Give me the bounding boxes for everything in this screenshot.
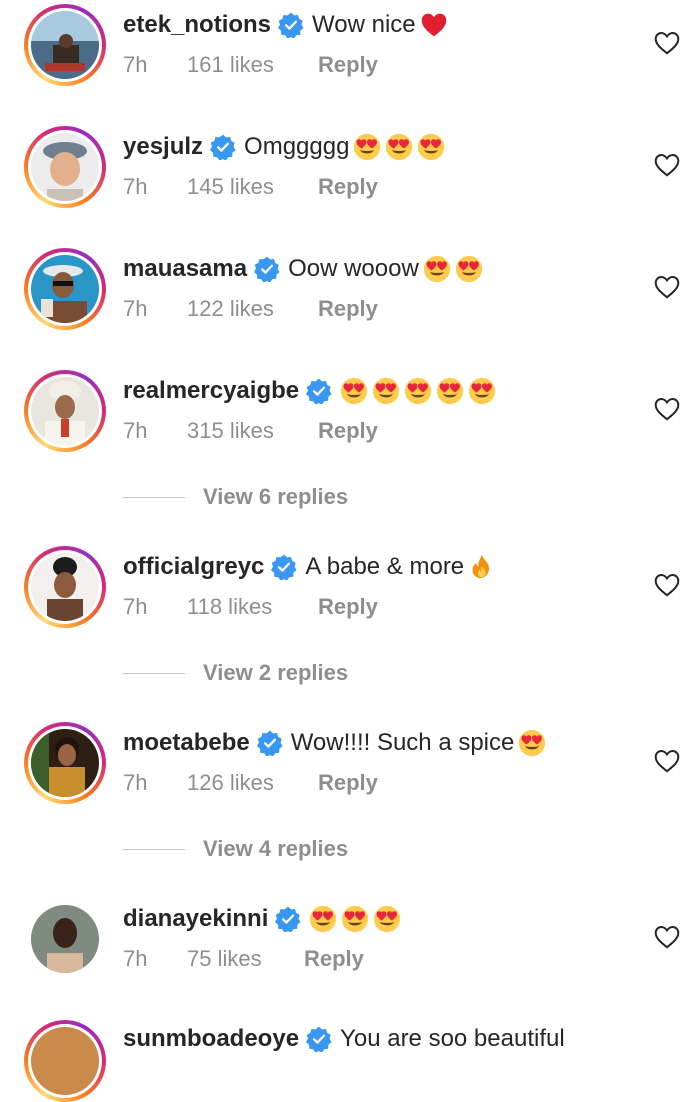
verified-badge-icon xyxy=(257,730,283,756)
comment-time: 7h xyxy=(123,770,148,795)
reply-button[interactable]: Reply xyxy=(318,52,378,78)
comment-time: 7h xyxy=(123,296,148,321)
heart-eyes-emoji xyxy=(309,905,337,933)
heart-eyes-emoji xyxy=(385,133,413,161)
reply-divider xyxy=(123,848,185,850)
username[interactable]: dianayekinni xyxy=(123,905,268,933)
username[interactable]: moetabebe xyxy=(123,729,250,757)
heart-eyes-emoji xyxy=(373,905,401,933)
view-replies-button[interactable]: View 2 replies xyxy=(123,658,348,688)
view-replies-button[interactable]: View 4 replies xyxy=(123,834,348,864)
comment-text: Wow!!!! Such a spice xyxy=(290,729,515,756)
heart-eyes-emoji xyxy=(423,255,451,283)
reply-divider xyxy=(123,672,185,674)
heart-eyes-emoji xyxy=(340,377,368,405)
heart-outline-icon[interactable] xyxy=(654,925,680,949)
avatar[interactable] xyxy=(24,898,106,980)
fire-emoji xyxy=(468,553,496,581)
comment-time: 7h xyxy=(123,594,148,619)
comment-text: Wow nice xyxy=(312,11,416,38)
verified-badge-icon xyxy=(210,134,236,160)
reply-divider xyxy=(123,496,185,498)
comment-text: You are soo beautiful xyxy=(340,1025,565,1052)
comment-time: 7h xyxy=(123,418,148,443)
like-count[interactable]: 161 likes xyxy=(187,52,318,78)
comment-text: Oow wooow xyxy=(288,255,419,282)
view-replies-label: View 6 replies xyxy=(203,484,349,509)
comment-text: Omggggg xyxy=(244,133,350,160)
view-replies-label: View 4 replies xyxy=(203,836,349,861)
username[interactable]: yesjulz xyxy=(123,133,203,161)
like-count[interactable]: 145 likes xyxy=(187,174,318,200)
username[interactable]: officialgreyc xyxy=(123,553,264,581)
heart-eyes-emoji xyxy=(341,905,369,933)
heart-outline-icon[interactable] xyxy=(654,31,680,55)
view-replies-label: View 2 replies xyxy=(203,660,349,685)
heart-outline-icon[interactable] xyxy=(654,573,680,597)
heart-outline-icon[interactable] xyxy=(654,749,680,773)
avatar[interactable] xyxy=(24,722,106,804)
like-count[interactable]: 118 likes xyxy=(187,594,318,620)
avatar[interactable] xyxy=(24,248,106,330)
verified-badge-icon xyxy=(306,1026,332,1052)
reply-button[interactable]: Reply xyxy=(318,594,378,620)
verified-badge-icon xyxy=(278,12,304,38)
username[interactable]: realmercyaigbe xyxy=(123,377,299,405)
heart-eyes-emoji xyxy=(404,377,432,405)
like-count[interactable]: 126 likes xyxy=(187,770,318,796)
username[interactable]: sunmboadeoye xyxy=(123,1025,299,1053)
heart-eyes-emoji xyxy=(518,729,546,757)
like-count[interactable]: 75 likes xyxy=(187,946,304,972)
verified-badge-icon xyxy=(306,378,332,404)
reply-button[interactable]: Reply xyxy=(304,946,364,972)
reply-button[interactable]: Reply xyxy=(318,418,378,444)
heart-outline-icon[interactable] xyxy=(654,275,680,299)
reply-button[interactable]: Reply xyxy=(318,296,378,322)
view-replies-button[interactable]: View 6 replies xyxy=(123,482,348,512)
avatar[interactable] xyxy=(24,126,106,208)
heart-eyes-emoji xyxy=(372,377,400,405)
heart-eyes-emoji xyxy=(455,255,483,283)
heart-outline-icon[interactable] xyxy=(654,153,680,177)
heart-eyes-emoji xyxy=(468,377,496,405)
heart-eyes-emoji xyxy=(417,133,445,161)
verified-badge-icon xyxy=(275,906,301,932)
avatar[interactable] xyxy=(24,546,106,628)
username[interactable]: etek_notions xyxy=(123,11,271,39)
like-count[interactable]: 315 likes xyxy=(187,418,318,444)
red-heart-emoji xyxy=(420,11,448,39)
reply-button[interactable]: Reply xyxy=(318,174,378,200)
verified-badge-icon xyxy=(271,554,297,580)
avatar[interactable] xyxy=(24,1020,106,1102)
comment-time: 7h xyxy=(123,946,148,971)
heart-eyes-emoji xyxy=(436,377,464,405)
heart-eyes-emoji xyxy=(353,133,381,161)
like-count[interactable]: 122 likes xyxy=(187,296,318,322)
verified-badge-icon xyxy=(254,256,280,282)
avatar[interactable] xyxy=(24,370,106,452)
reply-button[interactable]: Reply xyxy=(318,770,378,796)
comment-time: 7h xyxy=(123,52,148,77)
heart-outline-icon[interactable] xyxy=(654,397,680,421)
username[interactable]: mauasama xyxy=(123,255,247,283)
comment-text: A babe & more xyxy=(305,553,465,580)
avatar[interactable] xyxy=(24,4,106,86)
comment-time: 7h xyxy=(123,174,148,199)
